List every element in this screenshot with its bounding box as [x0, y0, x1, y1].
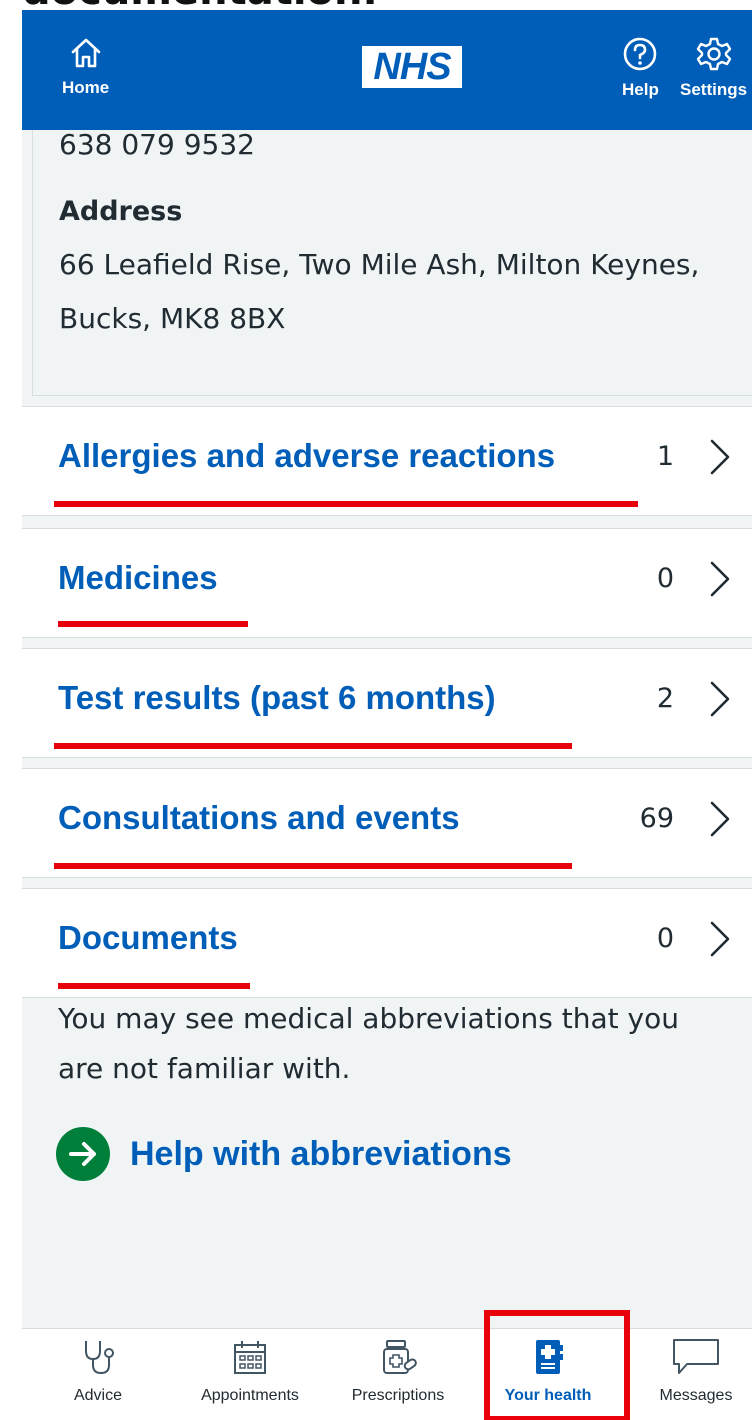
help-link-text: Help with abbreviations: [130, 1134, 512, 1173]
prescription-icon: [383, 1340, 417, 1374]
address-value: 66 Leafield Rise, Two Mile Ash, Milton K…: [59, 248, 700, 335]
row-count: 2: [656, 683, 674, 714]
row-documents[interactable]: Documents 0: [22, 888, 752, 998]
personal-details-card: 638 079 9532 Address 66 Leafield Rise, T…: [32, 128, 752, 396]
nhs-logo: NHS: [362, 46, 462, 88]
help-label: Help: [622, 80, 659, 99]
tab-label: Prescriptions: [351, 1387, 445, 1404]
tab-label: Appointments: [201, 1387, 299, 1404]
gear-icon: [696, 37, 731, 71]
settings-button[interactable]: Settings: [680, 36, 747, 100]
row-allergies[interactable]: Allergies and adverse reactions 1: [22, 406, 752, 516]
row-count: 1: [656, 441, 674, 472]
chevron-right-icon: [710, 801, 730, 837]
row-title: Consultations and events: [58, 799, 460, 836]
chevron-right-icon: [710, 681, 730, 717]
row-consultations[interactable]: Consultations and events 69: [22, 768, 752, 878]
annotation-underline: [54, 863, 572, 869]
tab-label: Advice: [73, 1387, 123, 1404]
row-count: 0: [656, 563, 674, 594]
chevron-right-icon: [710, 561, 730, 597]
row-title: Medicines: [58, 559, 218, 596]
home-label: Home: [62, 78, 110, 97]
chevron-right-icon: [710, 921, 730, 957]
help-abbreviations-link[interactable]: Help with abbreviations: [56, 1124, 512, 1184]
annotation-underline: [54, 743, 572, 749]
row-title: Allergies and adverse reactions: [58, 437, 556, 474]
settings-label: Settings: [680, 80, 748, 99]
row-count: 69: [639, 803, 674, 834]
annotation-underline: [58, 983, 250, 989]
nhs-number: 638 079 9532: [59, 128, 255, 161]
row-title: Test results (past 6 months): [58, 679, 496, 716]
row-title: Documents: [58, 919, 238, 956]
home-button[interactable]: Home: [62, 36, 109, 98]
nhs-app: Home NHS Help Settings 638 079 9532 Addr…: [22, 10, 752, 1420]
help-button[interactable]: Help: [622, 36, 659, 100]
row-medicines[interactable]: Medicines 0: [22, 528, 752, 638]
row-count: 0: [656, 923, 674, 954]
tab-label: Messages: [659, 1387, 733, 1404]
calendar-icon: [234, 1341, 266, 1374]
bottom-tab-bar: Advice Appointments Prescriptions Your h…: [22, 1328, 752, 1420]
annotation-underline: [58, 621, 248, 627]
tab-advice[interactable]: Advice: [28, 1337, 168, 1405]
app-header: Home NHS Help Settings: [22, 10, 752, 130]
address-label: Address: [59, 196, 183, 227]
annotation-underline: [54, 501, 638, 507]
chevron-right-icon: [710, 439, 730, 475]
arrow-right-icon: [56, 1127, 110, 1181]
stethoscope-icon: [85, 1341, 114, 1375]
tab-appointments[interactable]: Appointments: [180, 1337, 320, 1405]
abbreviations-note: You may see medical abbreviations that y…: [58, 1002, 679, 1085]
help-icon: [624, 37, 657, 71]
tab-messages[interactable]: Messages: [626, 1337, 752, 1405]
annotation-box: [484, 1310, 630, 1420]
home-icon: [71, 38, 100, 68]
tab-prescriptions[interactable]: Prescriptions: [328, 1337, 468, 1405]
row-test-results[interactable]: Test results (past 6 months) 2: [22, 648, 752, 758]
message-icon: [673, 1339, 719, 1374]
